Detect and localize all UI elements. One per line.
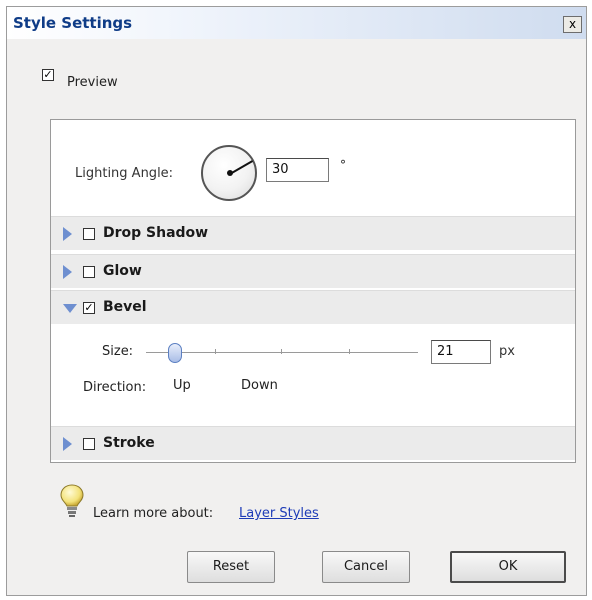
settings-panel: Lighting Angle: 30 ° Drop Shadow Glow ✓ … <box>50 119 576 463</box>
glow-checkbox[interactable] <box>83 266 95 278</box>
lightbulb-icon <box>60 484 84 517</box>
dialog-title: Style Settings <box>13 14 133 32</box>
section-bevel[interactable]: ✓ Bevel <box>51 290 575 324</box>
bevel-label: Bevel <box>103 299 147 315</box>
slider-tick <box>281 349 282 354</box>
dial-hand <box>229 160 254 175</box>
drop-shadow-checkbox[interactable] <box>83 228 95 240</box>
bevel-size-label: Size: <box>102 344 134 359</box>
slider-tick <box>349 349 350 354</box>
reset-button[interactable]: Reset <box>187 551 275 583</box>
lighting-angle-input[interactable]: 30 <box>266 158 329 182</box>
dial-center <box>227 170 233 176</box>
layer-styles-link[interactable]: Layer Styles <box>239 506 319 521</box>
direction-down-option[interactable]: Down <box>241 378 278 393</box>
drop-shadow-label: Drop Shadow <box>103 225 209 241</box>
lighting-angle-label: Lighting Angle: <box>75 166 174 181</box>
section-stroke[interactable]: Stroke <box>51 426 575 460</box>
expand-triangle-icon[interactable] <box>63 227 72 241</box>
degree-unit: ° <box>340 158 346 172</box>
title-bar: Style Settings x <box>7 7 586 39</box>
bevel-checkbox[interactable]: ✓ <box>83 302 95 314</box>
glow-label: Glow <box>103 263 142 279</box>
preview-checkbox[interactable]: ✓ <box>42 69 54 81</box>
direction-up-option[interactable]: Up <box>173 378 191 393</box>
stroke-label: Stroke <box>103 435 155 451</box>
collapse-triangle-icon[interactable] <box>63 304 77 313</box>
slider-tick <box>215 349 216 354</box>
section-glow[interactable]: Glow <box>51 254 575 288</box>
bevel-size-slider-track[interactable] <box>146 352 418 353</box>
bevel-size-input[interactable]: 21 <box>431 340 491 364</box>
bevel-size-slider-thumb[interactable] <box>168 343 182 363</box>
ok-button[interactable]: OK <box>450 551 566 583</box>
size-unit: px <box>499 344 515 359</box>
section-drop-shadow[interactable]: Drop Shadow <box>51 216 575 250</box>
learn-more-label: Learn more about: <box>93 506 214 521</box>
expand-triangle-icon[interactable] <box>63 437 72 451</box>
stroke-checkbox[interactable] <box>83 438 95 450</box>
direction-label: Direction: <box>83 380 147 395</box>
style-settings-dialog: Style Settings x ✓ Preview Lighting Angl… <box>6 6 587 596</box>
expand-triangle-icon[interactable] <box>63 265 72 279</box>
lighting-angle-dial-icon[interactable] <box>201 145 257 201</box>
close-button[interactable]: x <box>563 16 582 33</box>
cancel-button[interactable]: Cancel <box>322 551 410 583</box>
preview-label: Preview <box>67 75 118 90</box>
